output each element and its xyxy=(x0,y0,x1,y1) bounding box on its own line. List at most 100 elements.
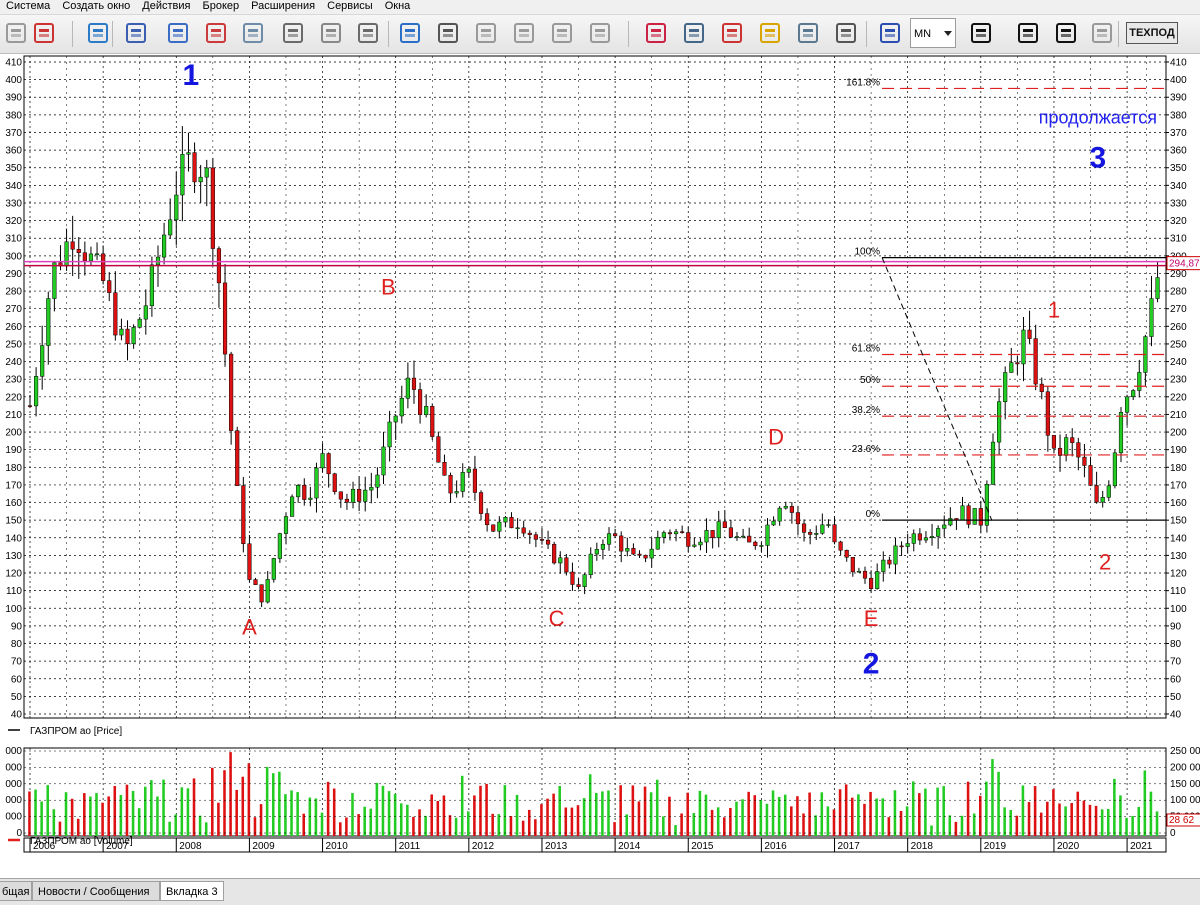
candle-body xyxy=(1100,497,1105,503)
positions-icon[interactable] xyxy=(794,19,822,47)
menu-item-5[interactable]: Сервисы xyxy=(321,0,379,14)
menu-item-2[interactable]: Действия xyxy=(136,0,196,14)
price-tick-right: 130 xyxy=(1170,551,1187,562)
menu-item-0[interactable]: Система xyxy=(0,0,56,14)
timeframe-select[interactable]: MN xyxy=(910,18,956,48)
candle-body xyxy=(741,535,746,538)
candle-body xyxy=(1118,412,1124,454)
candle-body xyxy=(1106,485,1111,498)
candle-body xyxy=(497,521,502,532)
text-icon[interactable] xyxy=(434,19,462,47)
volume-bar xyxy=(101,802,104,836)
date-label: 2018 xyxy=(911,841,934,852)
volume-panel xyxy=(23,747,1167,837)
candle-body xyxy=(180,154,185,196)
volume-bar xyxy=(76,818,80,836)
order-icon[interactable] xyxy=(680,19,708,47)
hand-icon[interactable] xyxy=(586,19,614,47)
price-tick-right: 140 xyxy=(1170,533,1187,544)
hand-icon[interactable] xyxy=(548,19,576,47)
candle-body xyxy=(344,498,350,503)
search-icon[interactable] xyxy=(279,19,307,47)
deal-icon[interactable] xyxy=(239,19,267,47)
move-icon[interactable] xyxy=(1014,19,1042,47)
volume-bar xyxy=(1137,807,1141,836)
volume-bar xyxy=(527,809,531,836)
new-chart-icon[interactable] xyxy=(84,19,112,47)
volume-tick-left: 000 xyxy=(5,795,22,806)
hand-icon[interactable] xyxy=(472,19,500,47)
volume-bar xyxy=(64,792,68,836)
volume-bar xyxy=(643,786,647,836)
volume-bar xyxy=(211,767,214,836)
tab-2[interactable]: Вкладка 3 xyxy=(160,881,224,901)
volume-tick-right: 0 xyxy=(1170,828,1176,839)
volume-bar xyxy=(1070,803,1073,836)
briefcase-icon[interactable] xyxy=(832,19,860,47)
chart-area[interactable]: 40 4050 5060 6070 7080 8090 90100 100110 110120 1… xyxy=(0,54,1200,878)
chart-type-icon[interactable] xyxy=(876,19,904,47)
portfolio-icon[interactable] xyxy=(354,19,382,47)
coins-icon[interactable] xyxy=(756,19,784,47)
volume-bar xyxy=(34,789,37,836)
candle-body xyxy=(887,559,892,565)
crosshair-icon[interactable] xyxy=(967,19,995,47)
candle-body xyxy=(1015,362,1020,365)
alert-icon[interactable] xyxy=(396,19,424,47)
tab-1[interactable]: Новости / Сообщения xyxy=(32,881,160,901)
hand-icon[interactable] xyxy=(510,19,538,47)
menu-item-3[interactable]: Брокер xyxy=(197,0,246,14)
volume-bar xyxy=(698,790,702,836)
wave-label: 3 xyxy=(1089,142,1106,175)
brand-button[interactable]: ТЕХПОД xyxy=(1126,22,1178,44)
volume-bar xyxy=(1058,803,1061,836)
delete-icon[interactable] xyxy=(317,19,345,47)
wave-label: 2 xyxy=(863,647,880,680)
candle-body xyxy=(357,488,362,502)
candle-body xyxy=(1149,298,1154,337)
zoom-in-icon[interactable] xyxy=(1052,19,1080,47)
candle-body xyxy=(88,253,94,262)
candle-body xyxy=(527,532,532,535)
bar-chart-icon[interactable] xyxy=(122,19,150,47)
volume-bar xyxy=(375,782,379,836)
price-tick-right: 380 xyxy=(1170,110,1187,121)
tab-0[interactable]: бщая xyxy=(0,881,32,901)
wave-label: A xyxy=(242,615,257,640)
price-tick-right: 270 xyxy=(1170,304,1187,315)
candle-body xyxy=(923,537,929,541)
price-tick-right: 160 xyxy=(1170,498,1187,509)
menu-item-4[interactable]: Расширения xyxy=(245,0,321,14)
volume-bar xyxy=(1106,808,1110,836)
candle-body xyxy=(265,579,270,603)
order-book-icon[interactable] xyxy=(202,19,230,47)
candle-body xyxy=(1039,383,1044,392)
candle-body xyxy=(960,505,965,521)
price-tick-left: 100 xyxy=(5,604,22,615)
volume-bar xyxy=(924,788,927,836)
connect-icon[interactable] xyxy=(2,19,30,47)
candle-body xyxy=(771,520,776,526)
volume-bar xyxy=(832,809,836,836)
stop-order-icon[interactable] xyxy=(718,19,746,47)
candle-body xyxy=(101,253,106,281)
volume-bar xyxy=(1039,812,1043,836)
disconnect-icon[interactable] xyxy=(30,19,58,47)
date-label: 2017 xyxy=(838,841,861,852)
volume-bar xyxy=(881,798,885,836)
trade-icon[interactable] xyxy=(642,19,670,47)
price-panel-label: ГАЗПРОМ ао [Price] xyxy=(30,726,122,737)
menu-item-1[interactable]: Создать окно xyxy=(56,0,136,14)
candle-body xyxy=(747,535,752,543)
volume-bar xyxy=(131,790,135,836)
zoom-out-icon[interactable] xyxy=(1088,19,1116,47)
price-tick-right: 340 xyxy=(1170,181,1187,192)
menu-item-6[interactable]: Окна xyxy=(379,0,417,14)
quote-window-icon[interactable] xyxy=(164,19,192,47)
candle-body xyxy=(34,376,39,407)
candle-body xyxy=(271,558,276,580)
volume-bar xyxy=(143,786,147,836)
volume-bar xyxy=(1125,817,1128,836)
candle-body xyxy=(582,574,587,587)
volume-bar xyxy=(985,781,988,836)
